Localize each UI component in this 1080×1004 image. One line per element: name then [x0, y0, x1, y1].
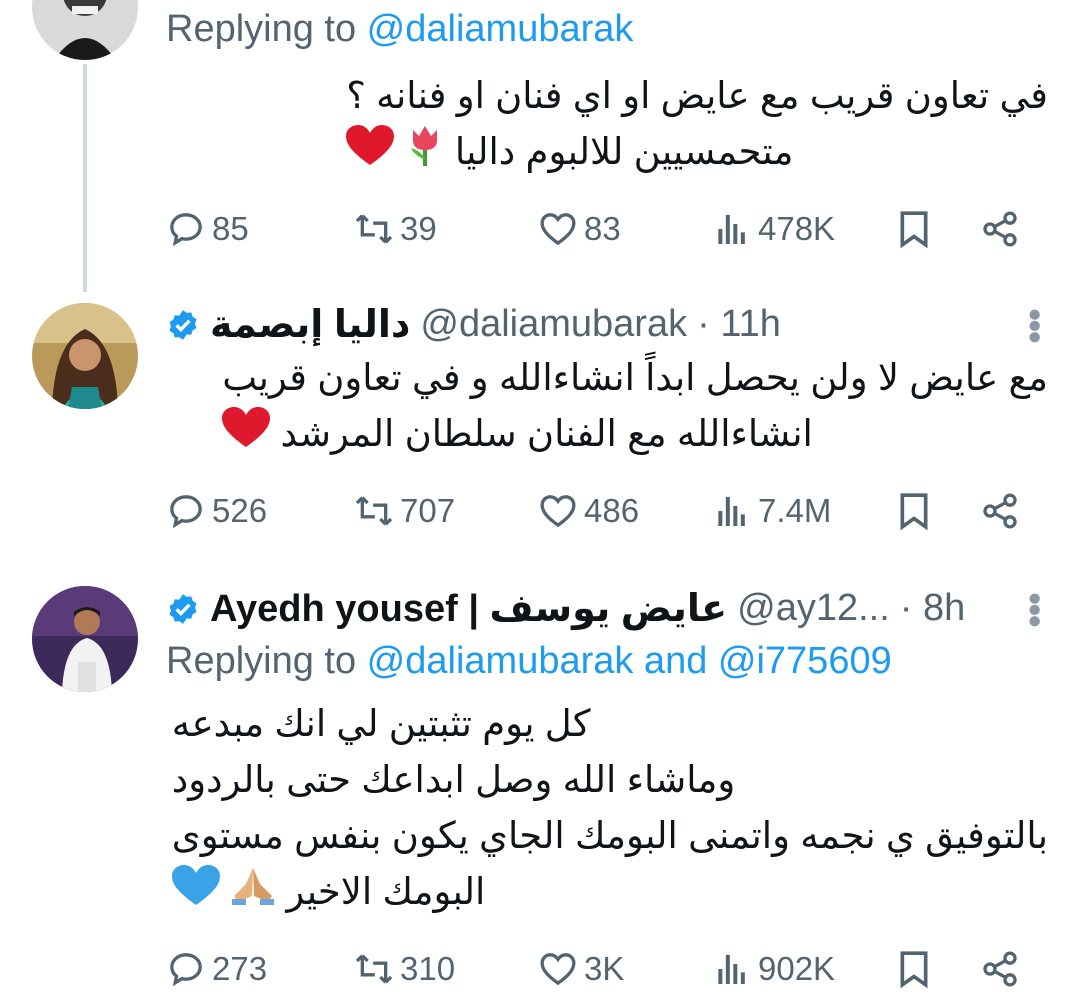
- avatar-tweet-3[interactable]: [32, 586, 138, 692]
- red-heart-emoji: [222, 407, 271, 465]
- mention-link[interactable]: @daliamubarak: [367, 8, 634, 50]
- bookmark-button[interactable]: [894, 944, 934, 994]
- like-icon: [540, 495, 576, 528]
- retweet-button[interactable]: 39: [354, 204, 437, 254]
- share-icon: [983, 211, 1017, 247]
- share-icon: [983, 493, 1017, 529]
- thread-connector-line: [83, 64, 87, 292]
- views-icon: [718, 954, 745, 984]
- bookmark-icon: [900, 493, 928, 531]
- tweet-text: كل يوم تثبتين لي انك مبدعه وماشاء الله و…: [171, 696, 1048, 923]
- tweet-line: كل يوم تثبتين لي انك مبدعه: [171, 703, 591, 744]
- reply-icon: [170, 953, 202, 987]
- tweet-text: في تعاون قريب مع عايض او اي فنان او فنان…: [346, 68, 1048, 184]
- bookmark-button[interactable]: [894, 204, 934, 254]
- tweet-line: في تعاون قريب مع عايض او اي فنان او فنان…: [346, 75, 1048, 116]
- reply-count: 273: [212, 950, 268, 987]
- retweet-count: 707: [400, 492, 456, 529]
- like-icon: [540, 213, 576, 246]
- replying-to-label: Replying to: [166, 640, 367, 682]
- bookmark-icon: [900, 211, 928, 249]
- like-count: 3K: [584, 950, 625, 987]
- more-icon[interactable]: •••: [1012, 592, 1055, 626]
- timestamp[interactable]: · 11h: [697, 303, 781, 346]
- tweet-line: متحمسيين للالبوم داليا: [346, 124, 1048, 184]
- views-icon: [718, 214, 745, 244]
- reply-icon: [170, 213, 202, 247]
- retweet-icon: [355, 496, 393, 526]
- share-button[interactable]: [980, 944, 1020, 994]
- bookmark-icon: [900, 951, 928, 989]
- reply-button[interactable]: 85: [166, 204, 249, 254]
- reply-icon: [170, 495, 202, 529]
- user-handle[interactable]: @ay12...: [737, 587, 890, 630]
- like-icon: [540, 953, 576, 986]
- tweet-line: البومك الاخير: [171, 864, 1048, 923]
- timestamp[interactable]: · 8h: [900, 587, 965, 630]
- retweet-icon: [355, 214, 393, 244]
- views-count: 7.4M: [758, 492, 832, 529]
- like-button[interactable]: 486: [538, 486, 639, 536]
- mention-link[interactable]: @daliamubarak and @i775609: [367, 640, 892, 682]
- replying-to-line: Replying to @daliamubarak and @i775609: [166, 640, 892, 683]
- tulip-emoji: [405, 124, 445, 184]
- retweet-count: 310: [400, 950, 456, 987]
- reply-count: 85: [212, 210, 249, 247]
- views-count: 478K: [758, 210, 836, 247]
- like-count: 486: [584, 492, 640, 529]
- like-button[interactable]: 83: [538, 204, 621, 254]
- retweet-icon: [355, 954, 393, 984]
- reply-count: 526: [212, 492, 268, 529]
- reply-button[interactable]: 273: [166, 944, 267, 994]
- verified-badge-icon: [169, 593, 197, 624]
- tweet-actions: 85 39 83 478K: [166, 204, 1030, 254]
- display-name[interactable]: داليا إبصمة: [210, 302, 410, 347]
- display-name[interactable]: Ayedh yousef | عايض يوسف: [210, 586, 727, 631]
- tweet-line: انشاءالله مع الفنان سلطان المرشد: [222, 406, 1048, 465]
- tweet-header: داليا إبصمة @daliamubarak · 11h: [166, 302, 781, 347]
- tweet-text: مع عايض لا ولن يحصل ابداً انشاءالله و في…: [222, 350, 1048, 465]
- tweet-actions: 273 310 3K 902K: [166, 944, 1030, 994]
- retweet-count: 39: [400, 210, 437, 247]
- more-icon[interactable]: •••: [1012, 308, 1055, 342]
- replying-to-label: Replying to: [166, 8, 367, 50]
- reply-button[interactable]: 526: [166, 486, 267, 536]
- share-icon: [983, 951, 1017, 987]
- tweet-line: بالتوفيق ي نجمه واتمنى البومك الجاي يكون…: [171, 815, 1048, 856]
- views-count: 902K: [758, 950, 836, 987]
- views-button[interactable]: 478K: [712, 204, 835, 254]
- retweet-button[interactable]: 707: [354, 486, 455, 536]
- retweet-button[interactable]: 310: [354, 944, 455, 994]
- like-button[interactable]: 3K: [538, 944, 624, 994]
- views-button[interactable]: 7.4M: [712, 486, 831, 536]
- user-handle[interactable]: @daliamubarak: [420, 303, 687, 346]
- praying-hands-emoji: [230, 866, 276, 922]
- tweet-actions: 526 707 486 7.4M: [166, 486, 1030, 536]
- share-button[interactable]: [980, 486, 1020, 536]
- share-button[interactable]: [980, 204, 1020, 254]
- replying-to-line: Replying to @daliamubarak: [166, 8, 633, 51]
- tweet-line: مع عايض لا ولن يحصل ابداً انشاءالله و في…: [222, 357, 1048, 398]
- tweet-line: وماشاء الله وصل ابداعك حتى بالردود: [171, 759, 736, 800]
- views-button[interactable]: 902K: [712, 944, 835, 994]
- verified-badge-icon: [169, 309, 197, 340]
- views-icon: [718, 496, 745, 526]
- red-heart-emoji: [346, 125, 395, 183]
- like-count: 83: [584, 210, 621, 247]
- tweet-header: Ayedh yousef | عايض يوسف @ay12... · 8h: [166, 586, 965, 631]
- blue-heart-emoji: [171, 865, 220, 923]
- avatar-tweet-2[interactable]: [32, 303, 138, 409]
- bookmark-button[interactable]: [894, 486, 934, 536]
- avatar-tweet-1[interactable]: [32, 0, 138, 60]
